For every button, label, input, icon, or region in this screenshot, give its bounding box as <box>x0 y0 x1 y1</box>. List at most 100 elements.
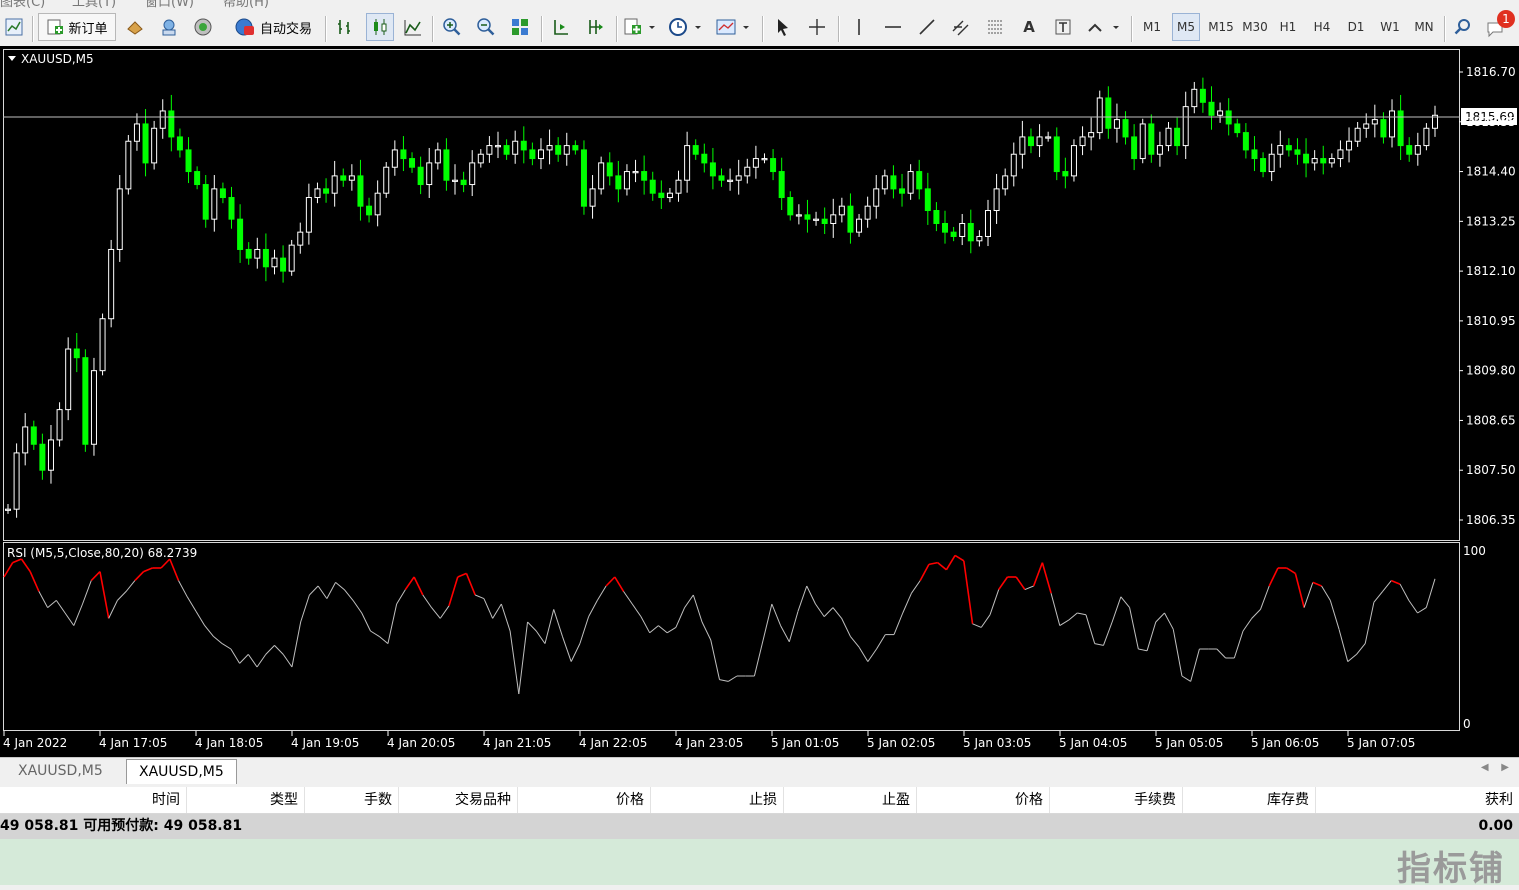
candle <box>56 402 63 447</box>
candle <box>1174 117 1181 156</box>
candle <box>1414 132 1421 166</box>
candle <box>323 178 330 203</box>
timeframe-w1[interactable]: W1 <box>1376 13 1404 41</box>
col-type[interactable]: 类型 <box>187 787 305 813</box>
candle <box>830 198 837 238</box>
market-watch-icon[interactable] <box>122 13 148 41</box>
col-lots[interactable]: 手数 <box>305 787 399 813</box>
chart-tab-2[interactable]: XAUUSD,M5 <box>126 759 237 784</box>
fibonacci-icon[interactable] <box>982 13 1008 41</box>
rsi-segment <box>64 612 75 626</box>
auto-trading-label: 自动交易 <box>259 21 312 37</box>
equidistant-channel-icon[interactable] <box>948 13 974 41</box>
line-chart-icon[interactable] <box>400 13 426 41</box>
candle <box>1294 138 1301 165</box>
chart-tab-1[interactable]: XAUUSD,M5 <box>6 759 115 783</box>
time-label: 4 Jan 19:05 <box>291 736 359 750</box>
rsi-segment <box>1321 585 1331 601</box>
rsi-segment <box>841 618 851 637</box>
chart-canvas[interactable]: 1815.69 XAUUSD,M5 RSI (M5,5,Close,80,20)… <box>0 46 1519 757</box>
templates-dropdown-icon[interactable] <box>714 13 754 41</box>
rsi-segment <box>1329 600 1340 630</box>
zoom-out-icon[interactable] <box>473 13 499 41</box>
menu-window[interactable]: 窗口(W) <box>145 0 194 8</box>
col-time[interactable]: 时间 <box>0 787 187 813</box>
col-price-current[interactable]: 价格 <box>917 787 1050 813</box>
chart-shift-icon[interactable] <box>548 13 574 41</box>
menu-help[interactable]: 帮助(H) <box>223 0 269 8</box>
candle <box>409 152 416 173</box>
col-profit[interactable]: 获利 <box>1316 787 1519 813</box>
menu-tools[interactable]: 工具(T) <box>72 0 116 8</box>
price-label: 1806.35 <box>1466 513 1516 527</box>
trendline-icon[interactable] <box>914 13 940 41</box>
candle <box>1354 121 1361 147</box>
new-chart-icon[interactable] <box>2 13 26 41</box>
zoom-in-icon[interactable] <box>439 13 465 41</box>
rsi-segment <box>29 571 40 592</box>
candle <box>847 193 854 244</box>
timeframe-h1[interactable]: H1 <box>1274 13 1302 41</box>
candlestick-chart-icon[interactable] <box>366 13 394 41</box>
col-symbol[interactable]: 交易品种 <box>399 787 518 813</box>
timeframe-m15[interactable]: M15 <box>1206 13 1236 41</box>
timeframe-h4[interactable]: H4 <box>1308 13 1336 41</box>
candle <box>546 129 553 165</box>
candle <box>752 145 759 179</box>
col-swap[interactable]: 库存费 <box>1183 787 1316 813</box>
periods-dropdown-icon[interactable] <box>666 13 706 41</box>
timeframe-m1[interactable]: M1 <box>1138 13 1166 41</box>
candle <box>1199 77 1206 113</box>
col-price[interactable]: 价格 <box>518 787 651 813</box>
arrows-dropdown-icon[interactable] <box>1084 13 1124 41</box>
rsi-segment <box>1068 612 1078 621</box>
col-stop-loss[interactable]: 止损 <box>651 787 784 813</box>
vertical-line-icon[interactable] <box>846 13 872 41</box>
new-order-button[interactable]: 新订单 <box>38 13 116 41</box>
rsi-segment <box>108 600 118 619</box>
indicators-dropdown-icon[interactable] <box>622 13 658 41</box>
candle <box>580 140 587 215</box>
rsi-segment <box>1077 612 1087 616</box>
candle <box>1217 102 1224 123</box>
chart-window[interactable]: 1815.69 XAUUSD,M5 RSI (M5,5,Close,80,20)… <box>0 46 1519 757</box>
rsi-segment <box>317 585 328 599</box>
rsi-segment <box>1408 600 1418 614</box>
col-commission[interactable]: 手续费 <box>1050 787 1183 813</box>
rsi-segment <box>780 625 790 643</box>
navigator-icon[interactable] <box>156 13 182 41</box>
bar-chart-icon[interactable] <box>332 13 358 41</box>
timeframe-m5[interactable]: M5 <box>1172 13 1200 41</box>
text-tool-icon[interactable]: A <box>1016 13 1042 41</box>
auto-scroll-icon[interactable] <box>582 13 608 41</box>
rsi-segment <box>404 576 415 591</box>
horizontal-line-icon[interactable] <box>880 13 906 41</box>
rsi-segment <box>771 603 782 626</box>
crosshair-icon[interactable] <box>804 13 830 41</box>
search-icon[interactable] <box>1450 13 1476 41</box>
auto-trading-button[interactable]: 自动交易 <box>222 13 324 41</box>
candle <box>959 213 966 246</box>
time-label: 5 Jan 03:05 <box>963 736 1031 750</box>
candle <box>572 140 579 155</box>
rsi-segment <box>553 609 563 637</box>
cursor-icon[interactable] <box>770 13 796 41</box>
rsi-segment <box>343 589 354 601</box>
rsi-segment <box>1146 621 1157 651</box>
price-label: 1814.40 <box>1466 165 1516 179</box>
chart-menu-triangle-icon[interactable] <box>8 56 16 61</box>
menu-chart[interactable]: 图表(C) <box>0 0 45 8</box>
notifications-button[interactable]: 1 <box>1484 10 1516 41</box>
timeframe-d1[interactable]: D1 <box>1342 13 1370 41</box>
rsi-segment <box>169 558 180 581</box>
rsi-segment <box>1242 618 1253 632</box>
text-label-icon[interactable] <box>1050 13 1076 41</box>
rsi-segment <box>1391 579 1401 585</box>
tile-windows-icon[interactable] <box>507 13 533 41</box>
rsi-segment <box>980 614 991 628</box>
col-take-profit[interactable]: 止盈 <box>784 787 917 813</box>
tab-scroll-arrows-icon[interactable]: ◀ ▶ <box>1481 762 1509 773</box>
timeframe-m30[interactable]: M30 <box>1240 13 1270 41</box>
timeframe-mn[interactable]: MN <box>1410 13 1438 41</box>
terminal-icon[interactable] <box>190 13 216 41</box>
